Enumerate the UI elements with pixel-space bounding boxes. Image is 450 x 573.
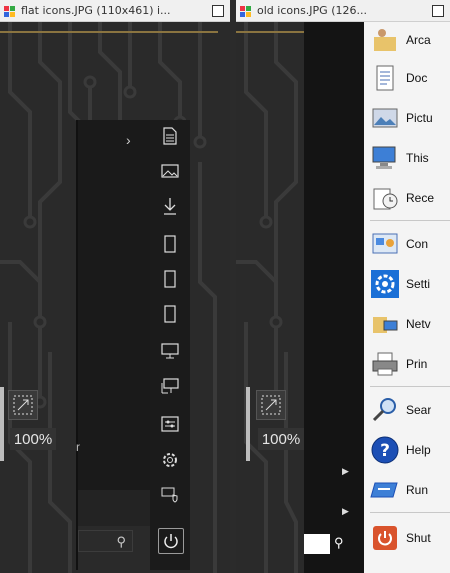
menu-item-documents[interactable]: Doc xyxy=(370,62,450,94)
search-icon xyxy=(372,398,396,422)
svg-text:?: ? xyxy=(380,441,390,461)
zoom-slider-handle[interactable] xyxy=(0,387,4,461)
fit-window-icon xyxy=(261,395,281,415)
start-menu-left-column xyxy=(304,22,364,573)
downloads-icon[interactable] xyxy=(158,194,182,218)
menu-item-settings[interactable]: Setti xyxy=(370,268,450,300)
image-viewer-icon xyxy=(240,5,251,17)
left-titlebar[interactable]: flat icons.JPG (110x461) i... xyxy=(0,0,230,22)
zoom-slider-handle[interactable] xyxy=(246,387,250,461)
fit-to-window-button[interactable] xyxy=(8,390,38,420)
pictures-icon xyxy=(372,108,398,128)
maximize-button[interactable] xyxy=(212,4,224,17)
image-viewer-icon xyxy=(4,5,15,17)
printer-icon xyxy=(372,352,398,376)
left-image-window: flat icons.JPG (110x461) i... › r ⚲ 100% xyxy=(0,0,230,573)
menu-item-network[interactable]: Netv xyxy=(370,308,450,340)
network-computer-icon[interactable] xyxy=(158,374,182,398)
menu-item-printers[interactable]: Prin xyxy=(370,348,450,380)
menu-item-search[interactable]: Sear xyxy=(370,394,450,426)
submenu-arrow-icon[interactable]: ▶ xyxy=(342,506,349,517)
documents-icon xyxy=(376,65,394,91)
zoom-level: 100% xyxy=(258,428,304,450)
window-title: flat icons.JPG (110x461) i... xyxy=(21,4,171,17)
gold-divider xyxy=(0,31,218,33)
blank-page-icon[interactable] xyxy=(158,302,182,326)
computer-icon[interactable] xyxy=(158,339,182,363)
magnifier-icon: ⚲ xyxy=(116,534,126,549)
menu-item-help[interactable]: ? Help xyxy=(370,434,450,466)
settings-gear-icon[interactable] xyxy=(158,448,182,472)
menu-item-run[interactable]: Run xyxy=(370,474,450,506)
fit-to-window-button[interactable] xyxy=(256,390,286,420)
folder-user-icon xyxy=(374,29,396,51)
help-icon: ? xyxy=(371,436,399,464)
blank-page-icon[interactable] xyxy=(158,267,182,291)
chevron-right-icon[interactable]: › xyxy=(126,132,131,148)
menu-divider xyxy=(370,386,450,387)
right-image-window: old icons.JPG (126... ▶ ▶ ⚲ Arca Doc Pic… xyxy=(236,0,450,573)
document-icon[interactable] xyxy=(158,124,182,148)
recent-icon xyxy=(373,188,398,210)
clipped-text: r xyxy=(76,440,80,454)
shield-icon[interactable] xyxy=(158,483,182,507)
menu-item-pictures[interactable]: Pictu xyxy=(370,102,450,134)
menu-item-recent[interactable]: Rece xyxy=(370,182,450,214)
pictures-icon[interactable] xyxy=(158,159,182,183)
control-panel-icon[interactable] xyxy=(158,412,182,436)
network-icon xyxy=(373,317,398,333)
settings-gear-icon xyxy=(371,270,399,298)
right-titlebar[interactable]: old icons.JPG (126... xyxy=(236,0,450,22)
power-button[interactable] xyxy=(158,528,184,554)
computer-icon xyxy=(372,146,396,169)
fit-window-icon xyxy=(13,395,33,415)
search-input[interactable] xyxy=(304,534,330,554)
start-menu-panel xyxy=(78,120,150,490)
blank-page-icon[interactable] xyxy=(158,232,182,256)
control-panel-icon xyxy=(372,233,398,254)
menu-divider xyxy=(370,220,450,221)
maximize-button[interactable] xyxy=(432,4,444,17)
zoom-level: 100% xyxy=(10,428,56,450)
run-icon xyxy=(370,482,398,498)
menu-divider xyxy=(370,512,450,513)
menu-item-this-pc[interactable]: This xyxy=(370,142,450,174)
submenu-arrow-icon[interactable]: ▶ xyxy=(342,466,349,477)
start-menu-footer xyxy=(78,490,150,526)
menu-item-shutdown[interactable]: Shut xyxy=(370,522,450,554)
magnifier-icon: ⚲ xyxy=(334,535,344,550)
power-icon xyxy=(164,534,178,549)
menu-item-control-panel[interactable]: Con xyxy=(370,228,450,260)
window-title: old icons.JPG (126... xyxy=(257,4,367,17)
menu-item-arcade[interactable]: Arca xyxy=(370,24,450,56)
search-input[interactable]: ⚲ xyxy=(78,530,133,552)
shutdown-icon xyxy=(373,526,397,550)
